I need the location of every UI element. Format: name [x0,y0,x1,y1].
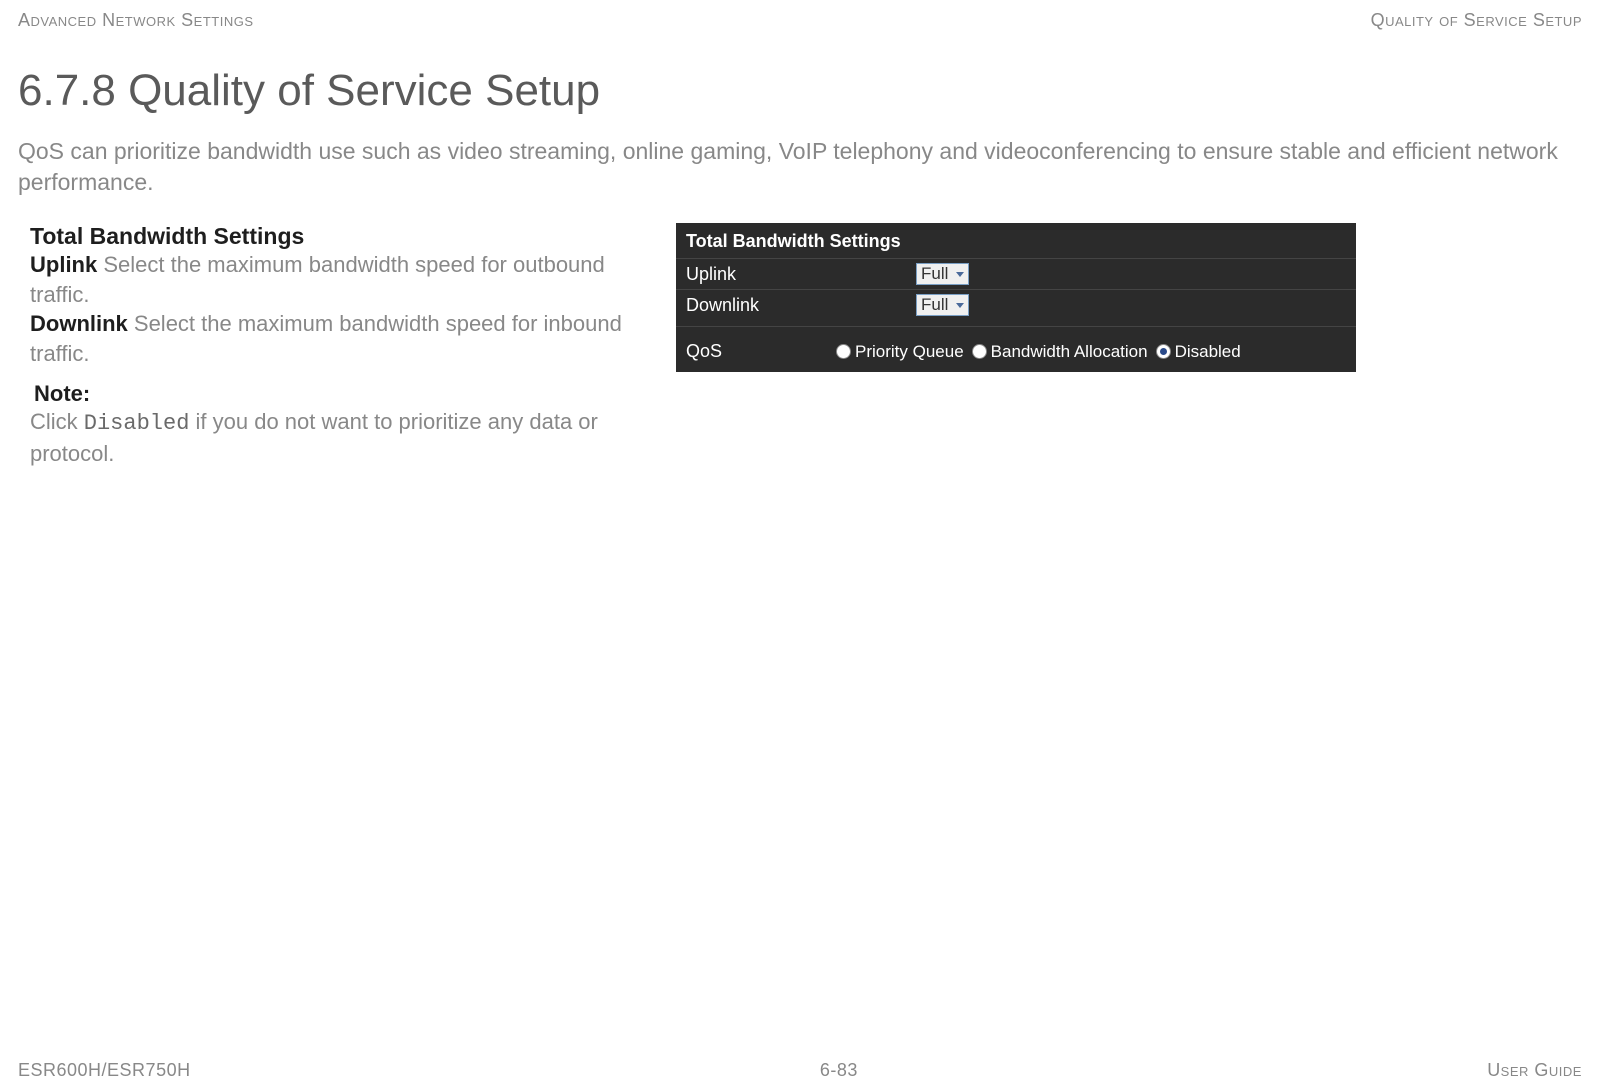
footer-center: 6-83 [820,1060,858,1081]
radio-disabled[interactable]: Disabled [1156,342,1241,362]
qos-label: QoS [686,341,836,362]
downlink-term: Downlink [30,311,128,336]
downlink-select-value: Full [921,295,948,315]
uplink-select[interactable]: Full [916,263,969,285]
radio-priority-label: Priority Queue [855,342,964,362]
note-text: Click Disabled if you do not want to pri… [30,407,658,468]
description-column: Total Bandwidth Settings Uplink Select t… [18,223,658,468]
radio-icon [972,344,987,359]
section-title: 6.7.8 Quality of Service Setup [18,66,1582,116]
note-mono: Disabled [84,411,190,436]
header-left: Advanced Network Settings [18,10,254,31]
uplink-description: Select the maximum bandwidth speed for o… [30,252,605,307]
chevron-down-icon [956,303,964,308]
radio-icon [1156,344,1171,359]
uplink-label: Uplink [686,264,916,285]
downlink-label: Downlink [686,295,916,316]
intro-paragraph: QoS can prioritize bandwidth use such as… [18,136,1582,198]
chevron-down-icon [956,272,964,277]
uplink-select-value: Full [921,264,948,284]
ui-screenshot: Total Bandwidth Settings Uplink Full Dow… [676,223,1356,468]
header-right: Quality of Service Setup [1371,10,1582,31]
uplink-term: Uplink [30,252,97,277]
note-label: Note: [30,381,658,407]
downlink-select[interactable]: Full [916,294,969,316]
radio-disabled-label: Disabled [1175,342,1241,362]
footer-left: ESR600H/ESR750H [18,1060,191,1081]
radio-icon [836,344,851,359]
footer-right: User Guide [1487,1060,1582,1081]
note-pre: Click [30,409,84,434]
panel-title: Total Bandwidth Settings [676,223,1356,258]
radio-bandwidth-allocation[interactable]: Bandwidth Allocation [972,342,1148,362]
definitions-heading: Total Bandwidth Settings [30,223,658,250]
radio-bandwidth-label: Bandwidth Allocation [991,342,1148,362]
radio-priority-queue[interactable]: Priority Queue [836,342,964,362]
